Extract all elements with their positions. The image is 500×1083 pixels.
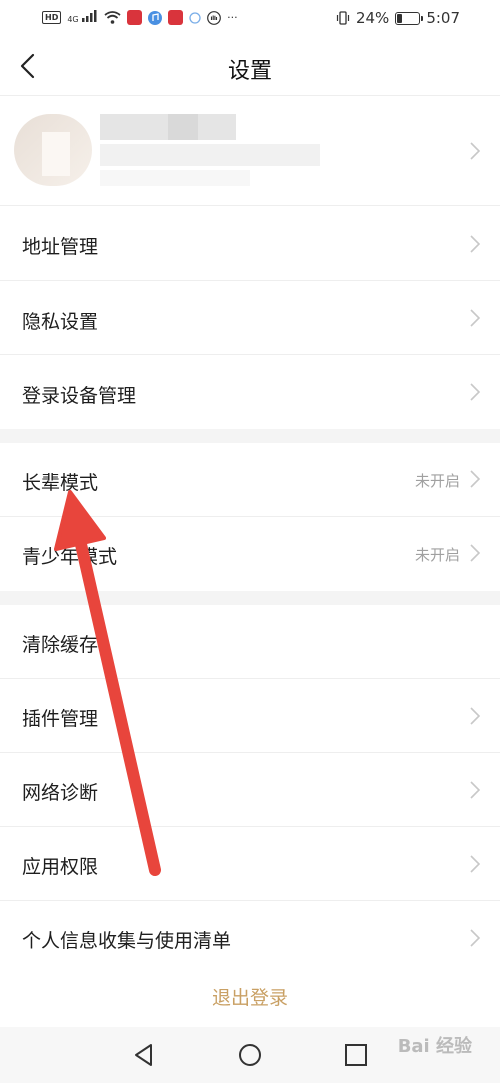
menu-item-label: 隐私设置: [22, 311, 99, 333]
chevron-right-icon: [470, 544, 481, 562]
blurred-block: [168, 114, 198, 140]
menu-item-privacy[interactable]: 隐私设置: [0, 281, 500, 355]
menu-item-address[interactable]: 地址管理: [0, 207, 500, 281]
section-divider: [0, 591, 500, 605]
menu-item-label: 插件管理: [22, 708, 99, 730]
status-icons-left: HD 4G ···: [42, 10, 238, 25]
menu-item-label: 登录设备管理: [22, 385, 137, 407]
blurred-info-secondary: [100, 170, 250, 186]
chevron-right-icon: [470, 855, 481, 873]
status-icons-right: 24% 5:07: [336, 9, 460, 27]
circle-icon: [189, 11, 201, 24]
menu-item-label: 青少年模式: [22, 546, 118, 568]
page-title: 设置: [227, 59, 272, 84]
menu-item-plugins[interactable]: 插件管理: [0, 679, 500, 753]
chevron-right-icon: [470, 142, 481, 160]
4g-signal-icon: 4G: [67, 10, 98, 25]
back-triangle-icon[interactable]: [130, 1041, 158, 1069]
app-badge-icon: [168, 10, 184, 25]
wifi-icon: [104, 11, 121, 24]
menu-item-personal-info[interactable]: 个人信息收集与使用清单: [0, 901, 500, 975]
menu-item-label: 个人信息收集与使用清单: [22, 930, 232, 952]
chevron-right-icon: [470, 781, 481, 799]
menu-item-label: 清除缓存: [22, 634, 99, 656]
top-bar: 设置: [0, 38, 500, 96]
menu-item-label: 应用权限: [22, 856, 99, 878]
menu-item-devices[interactable]: 登录设备管理: [0, 355, 500, 429]
hd-icon: HD: [42, 11, 62, 24]
elder-mode-status: 未开启: [414, 472, 460, 490]
music-icon: [148, 10, 163, 25]
hand-icon: [207, 10, 222, 25]
app-badge-icon: [127, 10, 143, 25]
vibrate-icon: [336, 11, 350, 25]
menu-item-label: 网络诊断: [22, 782, 99, 804]
chevron-right-icon: [470, 235, 481, 253]
menu-item-elder-mode[interactable]: 长辈模式 未开启: [0, 443, 500, 517]
recents-square-icon[interactable]: [342, 1041, 370, 1069]
section-divider: [0, 429, 500, 443]
network-label: 4G: [67, 15, 79, 24]
menu-item-label: 地址管理: [22, 236, 99, 258]
chevron-right-icon: [470, 383, 481, 401]
battery-percent: 24%: [355, 9, 390, 27]
menu-item-teen-mode[interactable]: 青少年模式 未开启: [0, 517, 500, 591]
battery-fill: [397, 13, 403, 23]
teen-mode-status: 未开启: [414, 546, 460, 564]
clock: 5:07: [426, 9, 460, 27]
watermark: Bai 经验: [397, 1036, 472, 1057]
blurred-info: [100, 144, 320, 166]
status-bar: HD 4G ··· 24% 5:07: [0, 0, 500, 38]
more-indicator: ···: [227, 11, 238, 24]
menu-item-network-diagnosis[interactable]: 网络诊断: [0, 753, 500, 827]
logout-button[interactable]: 退出登录: [0, 983, 500, 1010]
menu-item-label: 长辈模式: [22, 472, 99, 494]
chevron-right-icon: [470, 470, 481, 488]
chevron-right-icon: [470, 309, 481, 327]
avatar: [14, 114, 92, 186]
menu-item-clear-cache[interactable]: 清除缓存: [0, 605, 500, 679]
chevron-right-icon: [470, 707, 481, 725]
profile-card[interactable]: [0, 96, 500, 206]
home-circle-icon[interactable]: [236, 1041, 264, 1069]
battery-icon: [395, 11, 424, 25]
menu-item-permissions[interactable]: 应用权限: [0, 827, 500, 901]
chevron-right-icon: [470, 929, 481, 947]
